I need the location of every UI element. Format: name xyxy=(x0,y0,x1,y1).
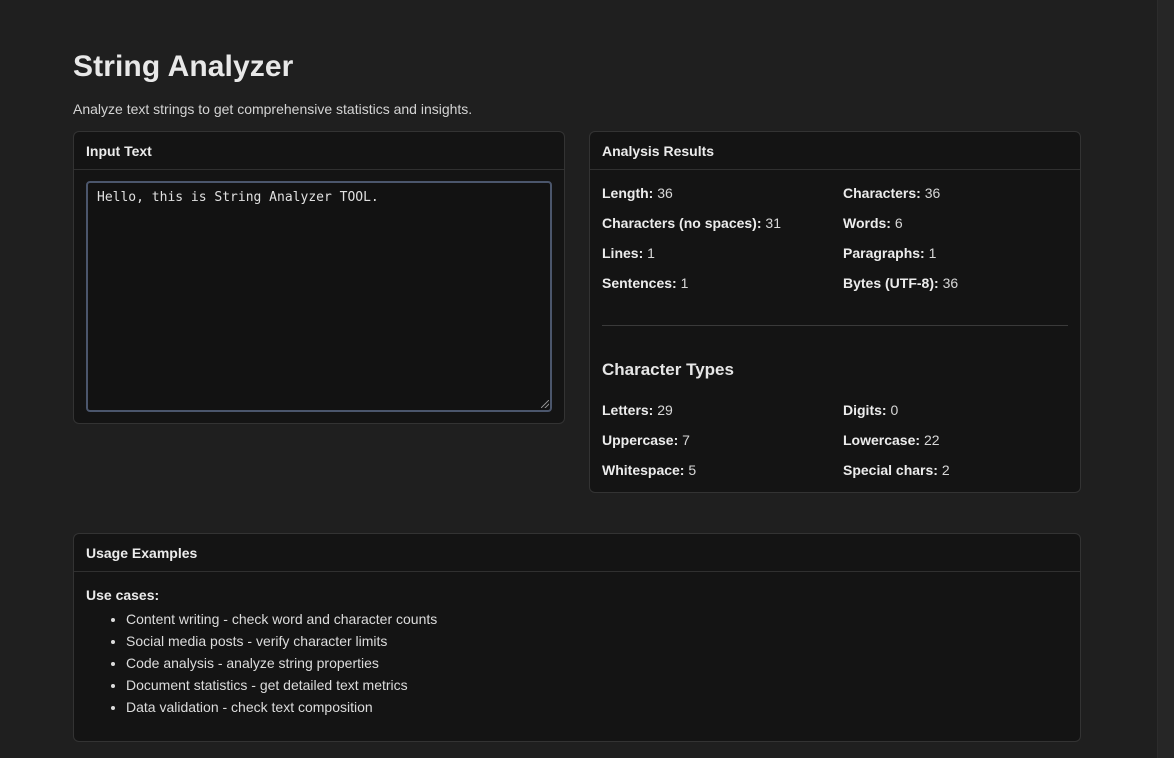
stat-value: 1 xyxy=(680,275,689,291)
stat-label: Digits: xyxy=(843,402,887,418)
stat-value: 36 xyxy=(657,185,673,201)
usage-examples-card: Usage Examples Use cases: Content writin… xyxy=(73,533,1081,742)
list-item: Code analysis - analyze string propertie… xyxy=(126,652,437,674)
stat-value: 29 xyxy=(657,402,673,418)
stat-value: 1 xyxy=(928,245,937,261)
stat-value: 1 xyxy=(647,245,655,261)
stat-value: 5 xyxy=(688,462,697,478)
stat-whitespace: Whitespace: 5 xyxy=(602,455,843,485)
stat-uppercase: Uppercase: 7 xyxy=(602,425,843,455)
basic-stats-grid: Length: 36 Characters: 36 Characters (no… xyxy=(602,178,1072,298)
stat-label: Length: xyxy=(602,185,654,201)
usage-body: Use cases: Content writing - check word … xyxy=(86,586,437,718)
page-title: String Analyzer xyxy=(73,50,294,83)
stat-value: 36 xyxy=(924,185,941,201)
results-card-header: Analysis Results xyxy=(590,132,1080,170)
usage-card-header: Usage Examples xyxy=(74,534,1080,572)
stat-value: 31 xyxy=(765,215,781,231)
stat-words: Words: 6 xyxy=(843,208,1072,238)
stat-length: Length: 36 xyxy=(602,178,843,208)
stat-label: Lowercase: xyxy=(843,432,921,448)
stat-paragraphs: Paragraphs: 1 xyxy=(843,238,1072,268)
character-types-grid: Letters: 29 Digits: 0 Uppercase: 7 Lower… xyxy=(602,395,1072,485)
stat-label: Bytes (UTF-8): xyxy=(843,275,939,291)
stat-digits: Digits: 0 xyxy=(843,395,1072,425)
stat-value: 2 xyxy=(941,462,950,478)
stat-special-chars: Special chars: 2 xyxy=(843,455,1072,485)
input-text-card: Input Text xyxy=(73,131,565,424)
stat-label: Lines: xyxy=(602,245,644,261)
results-divider xyxy=(602,325,1068,326)
use-cases-list: Content writing - check word and charact… xyxy=(86,608,437,718)
stat-lowercase: Lowercase: 22 xyxy=(843,425,1072,455)
input-textarea[interactable] xyxy=(86,181,552,412)
stat-label: Uppercase: xyxy=(602,432,679,448)
stat-label: Whitespace: xyxy=(602,462,685,478)
stat-letters: Letters: 29 xyxy=(602,395,843,425)
analysis-results-card: Analysis Results Length: 36 Characters: … xyxy=(589,131,1081,493)
stat-label: Characters: xyxy=(843,185,921,201)
stat-value: 6 xyxy=(894,215,903,231)
page-scrollbar[interactable] xyxy=(1157,0,1174,758)
character-types-title: Character Types xyxy=(602,360,734,379)
stat-label: Characters (no spaces): xyxy=(602,215,762,231)
stat-value: 0 xyxy=(890,402,899,418)
list-item: Document statistics - get detailed text … xyxy=(126,674,437,696)
list-item: Content writing - check word and charact… xyxy=(126,608,437,630)
stat-label: Words: xyxy=(843,215,891,231)
list-item: Data validation - check text composition xyxy=(126,696,437,718)
stat-sentences: Sentences: 1 xyxy=(602,268,843,298)
input-card-header: Input Text xyxy=(74,132,564,170)
stat-label: Paragraphs: xyxy=(843,245,925,261)
stat-characters: Characters: 36 xyxy=(843,178,1072,208)
stat-characters-no-spaces: Characters (no spaces): 31 xyxy=(602,208,843,238)
stat-value: 36 xyxy=(942,275,959,291)
list-item: Social media posts - verify character li… xyxy=(126,630,437,652)
stat-value: 7 xyxy=(682,432,690,448)
stat-bytes: Bytes (UTF-8): 36 xyxy=(843,268,1072,298)
stat-value: 22 xyxy=(923,432,940,448)
stat-label: Sentences: xyxy=(602,275,677,291)
use-cases-label: Use cases: xyxy=(86,587,160,603)
page-subtitle: Analyze text strings to get comprehensiv… xyxy=(73,101,473,117)
stat-lines: Lines: 1 xyxy=(602,238,843,268)
stat-label: Letters: xyxy=(602,402,654,418)
stat-label: Special chars: xyxy=(843,462,938,478)
